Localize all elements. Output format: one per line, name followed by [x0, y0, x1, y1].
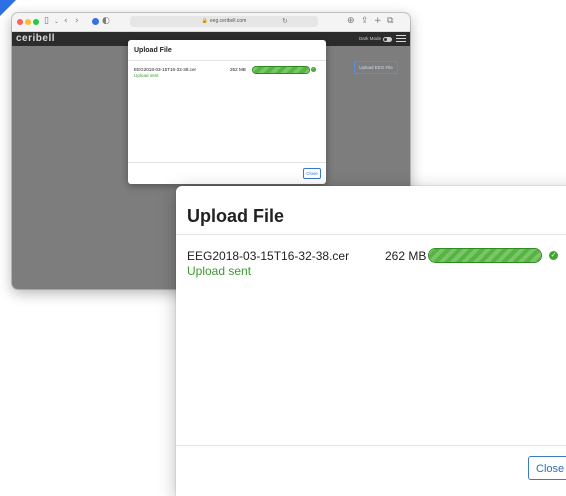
- modal-title: Upload File: [187, 206, 285, 226]
- check-circle-icon: ✓: [549, 251, 558, 260]
- file-size: 262 MB: [230, 67, 246, 72]
- upload-status: Upload sent: [134, 73, 159, 78]
- chevron-down-icon[interactable]: ⌄: [54, 16, 59, 27]
- dark-mode-label: Dark Mode: [358, 36, 381, 41]
- modal-header-divider: [176, 234, 566, 235]
- modal-footer-divider: [176, 445, 566, 446]
- address-bar[interactable]: 🔒 eeg.ceribell.com: [130, 16, 318, 27]
- progress-fill: [429, 249, 541, 262]
- maximize-window-button[interactable]: [33, 19, 39, 25]
- upload-status: Upload sent: [187, 264, 252, 278]
- extension-icon[interactable]: [92, 18, 99, 25]
- progress-fill: [253, 67, 309, 73]
- modal-header-divider: [128, 60, 326, 61]
- close-button[interactable]: Close: [303, 168, 321, 179]
- modal-footer-divider: [128, 162, 326, 163]
- upload-file-modal-zoomed: Upload File EEG2018-03-15T16-32-38.cer U…: [176, 186, 566, 496]
- forward-icon[interactable]: ›: [75, 16, 79, 27]
- upload-progress-bar: [252, 66, 310, 74]
- upload-progress-bar: [428, 248, 542, 263]
- ceribell-logo: ceribell: [16, 33, 56, 44]
- share-icon[interactable]: ⇪: [361, 16, 369, 27]
- url-text: eeg.ceribell.com: [209, 18, 247, 24]
- reload-icon[interactable]: ↻: [282, 16, 288, 27]
- hamburger-menu-icon[interactable]: [396, 35, 406, 43]
- upload-file-modal-small: Upload File EEG2018-03-15T16-32-38.cer U…: [128, 40, 326, 184]
- new-tab-icon[interactable]: +: [374, 16, 382, 27]
- check-circle-icon: ✓: [311, 67, 316, 72]
- close-window-button[interactable]: [17, 19, 23, 25]
- modal-title: Upload File: [134, 47, 172, 54]
- dark-mode-toggle[interactable]: [383, 37, 392, 42]
- minimize-window-button[interactable]: [25, 19, 31, 25]
- upload-eeg-file-button[interactable]: Upload EEG File: [354, 61, 398, 74]
- close-button[interactable]: Close: [528, 456, 566, 480]
- back-icon[interactable]: ‹: [64, 16, 68, 27]
- tabs-icon[interactable]: ⧉: [387, 16, 393, 27]
- file-size: 262 MB: [385, 249, 427, 263]
- sidebar-icon[interactable]: ▯: [44, 16, 49, 27]
- privacy-icon[interactable]: ◐: [102, 16, 110, 27]
- file-name: EEG2018-03-15T16-32-38.cer: [187, 249, 350, 263]
- browser-toolbar: ▯ ⌄ ‹ › ◐ 🔒 eeg.ceribell.com ↻ ⊕ ⇪ + ⧉: [12, 13, 410, 32]
- download-icon[interactable]: ⊕: [347, 16, 355, 27]
- lock-icon: 🔒: [201, 18, 208, 24]
